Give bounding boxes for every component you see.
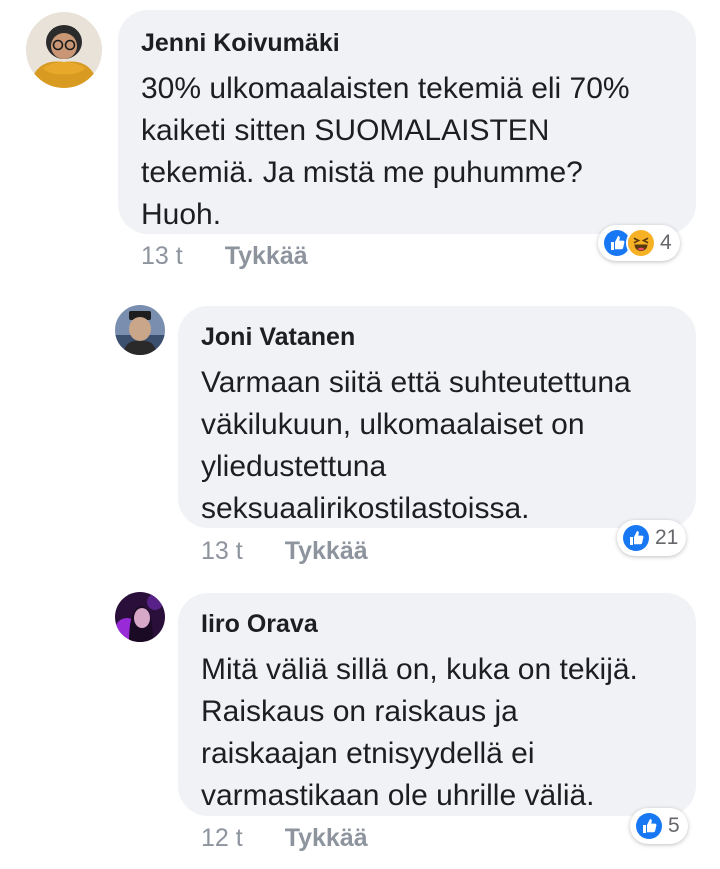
reaction-count: 21 xyxy=(655,526,679,549)
comment-time[interactable]: 12 t xyxy=(201,824,243,853)
avatar-joni-image xyxy=(115,305,165,355)
reaction-count: 4 xyxy=(660,231,672,254)
avatar[interactable] xyxy=(26,12,102,88)
like-icon xyxy=(634,811,664,841)
avatar[interactable] xyxy=(115,592,165,642)
comment-text: Varmaan siitä että suhteutettuna väkiluk… xyxy=(201,366,631,525)
reaction-summary[interactable]: 21 xyxy=(617,520,687,556)
reaction-count: 5 xyxy=(668,814,680,837)
reaction-summary[interactable]: 4 xyxy=(598,225,680,261)
like-icon xyxy=(621,523,651,553)
comment-bubble: Iiro Orava Mitä väliä sillä on, kuka on … xyxy=(178,593,696,816)
like-link[interactable]: Tykkää xyxy=(285,537,368,566)
comment-bubble: Jenni Koivumäki 30% ulkomaalaisten tekem… xyxy=(118,10,696,234)
comment: Joni Vatanen Varmaan siitä että suhteute… xyxy=(0,290,720,580)
comment-author[interactable]: Jenni Koivumäki xyxy=(141,29,696,58)
comment-time[interactable]: 13 t xyxy=(141,242,183,271)
comment-text: Mitä väliä sillä on, kuka on tekijä. Rai… xyxy=(201,653,638,812)
comment-author[interactable]: Joni Vatanen xyxy=(201,323,696,352)
comment-meta: 13 t Tykkää xyxy=(201,537,368,566)
like-link[interactable]: Tykkää xyxy=(225,242,308,271)
comment: Iiro Orava Mitä väliä sillä on, kuka on … xyxy=(0,580,720,869)
haha-icon xyxy=(626,228,656,258)
avatar[interactable] xyxy=(115,305,165,355)
comment-meta: 12 t Tykkää xyxy=(201,824,368,853)
reaction-summary[interactable]: 5 xyxy=(630,808,688,844)
comment-meta: 13 t Tykkää xyxy=(141,242,308,271)
comment-author[interactable]: Iiro Orava xyxy=(201,610,696,639)
comment-time[interactable]: 13 t xyxy=(201,537,243,566)
like-link[interactable]: Tykkää xyxy=(285,824,368,853)
comment-bubble: Joni Vatanen Varmaan siitä että suhteute… xyxy=(178,306,696,528)
comment-text: 30% ulkomaalaisten tekemiä eli 70% kaike… xyxy=(141,72,630,231)
comment: Jenni Koivumäki 30% ulkomaalaisten tekem… xyxy=(0,0,720,280)
avatar-jenni-image xyxy=(26,12,102,88)
avatar-iiro-image xyxy=(115,592,165,642)
